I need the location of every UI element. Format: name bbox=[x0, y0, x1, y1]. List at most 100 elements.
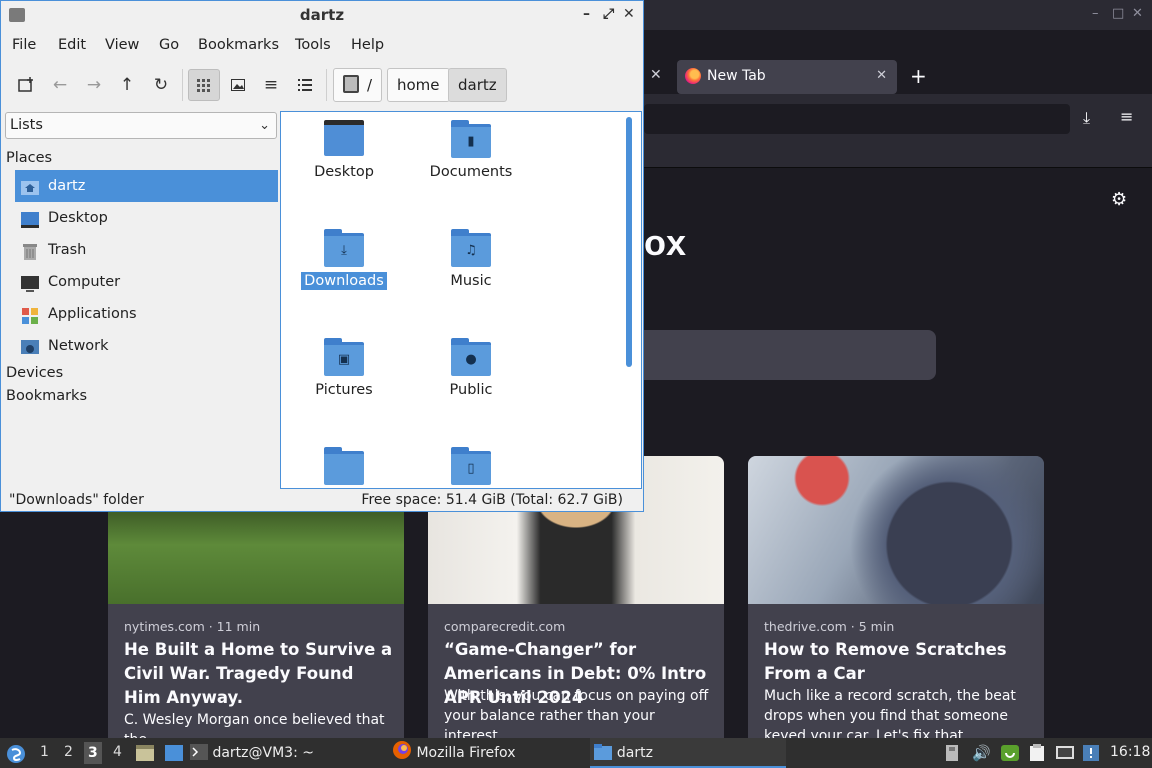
story-card[interactable]: thedrive.com · 5 min How to Remove Scrat… bbox=[748, 456, 1044, 746]
new-tab-button[interactable]: + bbox=[910, 64, 927, 88]
status-selection: "Downloads" folder bbox=[9, 492, 144, 508]
removable-drive-icon[interactable] bbox=[944, 744, 960, 766]
firefox-wordmark: ox bbox=[644, 222, 687, 263]
menu-edit[interactable]: Edit bbox=[58, 37, 86, 53]
bookmarks-header[interactable]: Bookmarks bbox=[6, 388, 87, 404]
volume-icon[interactable]: 🔊 bbox=[972, 744, 991, 762]
maximize-button[interactable]: □ bbox=[1112, 6, 1124, 21]
task-label: dartz@VM3: ~ bbox=[212, 745, 314, 761]
task-label: dartz bbox=[616, 745, 653, 761]
update-manager-icon[interactable] bbox=[1000, 744, 1020, 766]
clipboard-icon[interactable] bbox=[1028, 744, 1046, 766]
prev-tab-close-icon[interactable]: ✕ bbox=[650, 67, 662, 83]
sidebar-item-label: Computer bbox=[48, 274, 121, 290]
story-excerpt: Much like a record scratch, the beat dro… bbox=[764, 688, 1016, 744]
templates-folder-icon: ▯ bbox=[451, 447, 491, 485]
menu-tools[interactable]: Tools bbox=[295, 37, 331, 53]
file-item-templates[interactable]: ▯ bbox=[416, 447, 526, 488]
file-name: Pictures bbox=[315, 382, 373, 398]
folder-icon bbox=[594, 744, 613, 760]
maximize-button[interactable]: ⤢ bbox=[603, 6, 614, 22]
task-file-manager[interactable]: dartz bbox=[590, 738, 786, 768]
sidebar-item-trash[interactable]: Trash bbox=[15, 234, 278, 266]
file-manager-titlebar[interactable]: dartz – ⤢ ✕ bbox=[1, 1, 643, 31]
file-item-downloads[interactable]: ⤓ Downloads bbox=[289, 229, 399, 290]
downloads-folder-icon: ⤓ bbox=[324, 229, 364, 267]
icon-view-icon[interactable] bbox=[188, 69, 220, 101]
newtab-search-box[interactable] bbox=[644, 330, 936, 380]
sidebar-mode-select[interactable]: Lists ⌄ bbox=[5, 112, 277, 139]
sidebar-item-label: Applications bbox=[48, 306, 137, 322]
start-menu-icon[interactable] bbox=[6, 744, 26, 768]
story-title: How to Remove Scratches From a Car bbox=[764, 640, 1007, 683]
file-name: Documents bbox=[429, 164, 513, 180]
home-folder-icon bbox=[20, 177, 40, 195]
hamburger-menu-icon[interactable]: ≡ bbox=[1120, 107, 1133, 126]
download-icon[interactable]: ⤓ bbox=[1083, 108, 1090, 128]
sidebar-item-network[interactable]: Network bbox=[15, 330, 278, 362]
workspace-4[interactable]: 4 bbox=[113, 744, 122, 760]
file-name: Music bbox=[450, 273, 492, 289]
task-terminal[interactable]: dartz@VM3: ~ bbox=[190, 738, 380, 768]
close-button[interactable]: ✕ bbox=[1132, 6, 1143, 21]
close-button[interactable]: ✕ bbox=[623, 6, 635, 22]
menu-help[interactable]: Help bbox=[351, 37, 384, 53]
minimize-button[interactable]: – bbox=[583, 6, 590, 22]
workspace-2[interactable]: 2 bbox=[64, 744, 73, 760]
menu-bookmarks[interactable]: Bookmarks bbox=[198, 37, 279, 53]
tab-new-tab[interactable]: New Tab ✕ bbox=[677, 60, 897, 94]
new-tab-icon[interactable] bbox=[10, 69, 42, 101]
file-manager-launcher-icon[interactable] bbox=[135, 744, 155, 766]
devices-header[interactable]: Devices bbox=[6, 365, 63, 381]
minimize-button[interactable]: – bbox=[1092, 6, 1099, 21]
sidebar-item-applications[interactable]: Applications bbox=[15, 298, 278, 330]
reload-icon[interactable]: ↻ bbox=[145, 69, 177, 101]
image-view-icon[interactable] bbox=[222, 69, 254, 101]
story-source: thedrive.com · 5 min bbox=[764, 619, 895, 634]
list-view-icon[interactable] bbox=[289, 69, 321, 101]
url-bar[interactable] bbox=[644, 104, 1070, 134]
task-label: Mozilla Firefox bbox=[416, 745, 516, 761]
show-desktop-icon[interactable] bbox=[164, 744, 184, 766]
back-arrow-icon[interactable]: ← bbox=[44, 69, 76, 101]
toolbar-separator bbox=[326, 69, 327, 101]
clock[interactable]: 16:18 bbox=[1110, 744, 1150, 760]
sidebar-item-dartz[interactable]: dartz bbox=[15, 170, 278, 202]
scrollbar[interactable] bbox=[626, 117, 632, 367]
up-arrow-icon[interactable]: ↑ bbox=[111, 69, 143, 101]
menu-go[interactable]: Go bbox=[159, 37, 179, 53]
menu-file[interactable]: File bbox=[12, 37, 36, 53]
story-image bbox=[748, 456, 1044, 604]
toolbar-separator bbox=[182, 69, 183, 101]
documents-folder-icon: ▮ bbox=[451, 120, 491, 158]
file-item-music[interactable]: ♫ Music bbox=[416, 229, 526, 289]
path-root-button[interactable]: / bbox=[333, 68, 383, 102]
file-icon-view[interactable]: Desktop ▮ Documents ⤓ Downloads ♫ Music … bbox=[280, 111, 642, 489]
tab-close-icon[interactable]: ✕ bbox=[876, 68, 887, 83]
sidebar-item-desktop[interactable]: Desktop bbox=[15, 202, 278, 234]
network-icon bbox=[20, 337, 40, 355]
compact-view-icon[interactable]: ≡ bbox=[255, 69, 287, 101]
file-item-folder[interactable] bbox=[289, 447, 399, 488]
file-item-public[interactable]: ● Public bbox=[416, 338, 526, 398]
places-header[interactable]: Places bbox=[6, 150, 52, 166]
notification-icon[interactable] bbox=[1082, 744, 1100, 766]
network-status-icon[interactable] bbox=[1055, 744, 1075, 766]
workspace-1[interactable]: 1 bbox=[40, 744, 49, 760]
menu-view[interactable]: View bbox=[105, 37, 139, 53]
toolbar: ← → ↑ ↻ ≡ / home dartz bbox=[1, 61, 643, 109]
forward-arrow-icon[interactable]: → bbox=[78, 69, 110, 101]
sidebar-item-label: Desktop bbox=[48, 210, 108, 226]
workspace-3[interactable]: 3 bbox=[84, 742, 102, 764]
file-item-pictures[interactable]: ▣ Pictures bbox=[289, 338, 399, 398]
sidebar-item-label: dartz bbox=[48, 178, 86, 194]
file-item-documents[interactable]: ▮ Documents bbox=[416, 120, 526, 180]
task-firefox[interactable]: Mozilla Firefox bbox=[392, 738, 582, 768]
file-item-desktop[interactable]: Desktop bbox=[289, 120, 399, 180]
sidebar-item-computer[interactable]: Computer bbox=[15, 266, 278, 298]
file-name: Downloads bbox=[301, 272, 387, 290]
path-home-button[interactable]: home bbox=[387, 68, 450, 102]
story-title: He Built a Home to Survive a Civil War. … bbox=[124, 640, 393, 707]
gear-icon[interactable]: ⚙ bbox=[1111, 189, 1127, 210]
path-dartz-button[interactable]: dartz bbox=[448, 68, 507, 102]
